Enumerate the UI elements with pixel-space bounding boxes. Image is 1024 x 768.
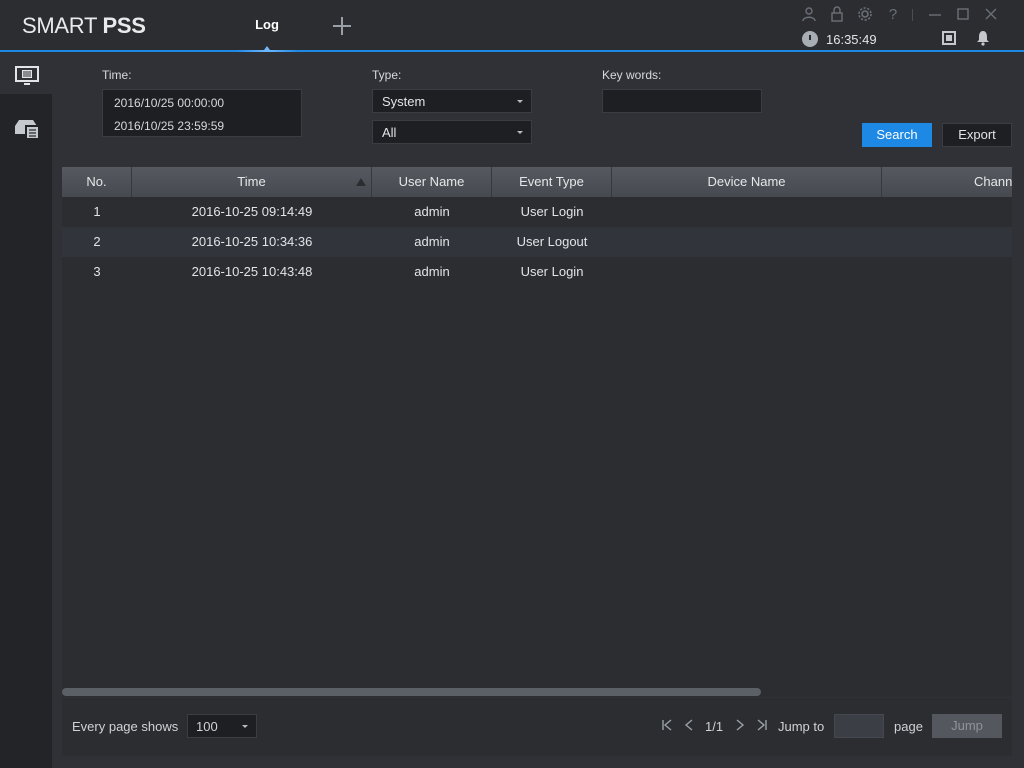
lock-icon[interactable] [828,6,846,24]
cell-time: 2016-10-25 09:14:49 [191,204,313,219]
page-size-select[interactable]: 100 [187,714,257,738]
tab-log-label: Log [255,17,279,32]
keywords-input[interactable] [602,89,762,113]
time-range-field[interactable]: 2016/10/25 00:00:00 2016/10/25 23:59:59 [102,89,302,137]
search-button[interactable]: Search [862,123,932,147]
logo-text-smart: SMART [22,13,97,38]
page-label: page [894,719,923,734]
pagination-bar: Every page shows 100 1/1 Jump to page Ju… [62,698,1012,756]
cell-event-type: User Logout [516,234,588,249]
controls-divider [912,9,913,21]
cell-user-name: admin [414,204,450,219]
tab-log[interactable]: Log [236,0,298,52]
jump-button[interactable]: Jump [932,714,1002,738]
column-header-time[interactable]: Time [132,167,372,197]
cell-no: 1 [93,204,101,219]
table-row[interactable]: 2 2016-10-25 10:34:36 admin User Logout [62,227,1012,257]
cell-no: 3 [93,264,101,279]
last-page-icon[interactable] [755,718,769,734]
app-logo: SMART PSS [22,13,146,39]
jump-page-input[interactable] [834,714,884,738]
every-page-label: Every page shows [72,719,179,734]
next-page-icon[interactable] [733,718,747,734]
time-label: Time: [102,68,132,82]
close-icon[interactable] [982,6,1000,24]
jump-to-label: Jump to [778,719,825,734]
cell-device-name [612,227,882,257]
column-header-label: User Name [398,174,465,189]
nav-log-item[interactable] [0,52,52,94]
logo-text-pss: PSS [102,13,146,38]
chevron-down-icon [517,131,523,134]
device-log-icon [15,120,40,140]
cell-device-name [612,257,882,287]
subtype-select[interactable]: All [372,120,532,144]
column-header-no[interactable]: No. [62,167,132,197]
page-size-value: 100 [196,719,218,734]
subtype-select-value: All [382,125,397,140]
chevron-down-icon [242,725,248,728]
maximize-icon[interactable] [954,6,972,24]
horizontal-scrollbar[interactable] [62,688,1012,696]
title-bar: SMART PSS Log ? 16:35:49 [0,0,1024,52]
table-header: No. Time User Name Event Type Device Nam… [62,167,1012,197]
user-icon[interactable] [800,6,818,24]
scrollbar-thumb[interactable] [62,688,761,696]
column-header-label: Chann [974,174,1012,189]
column-header-device-name[interactable]: Device Name [612,167,882,197]
left-nav [0,52,52,768]
export-button[interactable]: Export [942,123,1012,147]
gear-icon[interactable] [856,6,874,24]
add-tab-button[interactable] [330,14,354,38]
tab-active-indicator [236,50,298,52]
sort-ascending-icon [356,178,366,186]
column-header-channel[interactable]: Chann [882,167,1012,197]
table-row[interactable]: 3 2016-10-25 10:43:48 admin User Login [62,257,1012,287]
bell-icon[interactable] [975,30,991,46]
cell-time: 2016-10-25 10:43:48 [191,264,313,279]
minimize-icon[interactable] [926,6,944,24]
log-window: SMART PSS Log ? 16:35:49 Time: 2016/10/2… [0,0,1024,768]
column-header-label: Event Type [519,174,584,189]
column-header-user-name[interactable]: User Name [372,167,492,197]
time-end[interactable]: 2016/10/25 23:59:59 [114,119,224,133]
clock-time: 16:35:49 [826,32,877,47]
cell-time: 2016-10-25 10:34:36 [191,234,313,249]
cell-device-name [612,197,882,227]
page-info: 1/1 [705,719,724,734]
chevron-down-icon [517,100,523,103]
previous-page-icon[interactable] [682,718,696,734]
column-header-label: Device Name [707,174,786,189]
first-page-icon[interactable] [660,718,674,734]
cell-no: 2 [93,234,101,249]
help-icon[interactable]: ? [884,6,902,24]
cell-user-name: admin [414,264,450,279]
clock-icon [802,31,818,47]
type-select-value: System [382,94,426,109]
cell-event-type: User Login [520,204,584,219]
keywords-label: Key words: [602,68,662,82]
tab-active-caret [264,46,270,50]
column-header-label: Time [237,174,266,189]
log-table: No. Time User Name Event Type Device Nam… [62,167,1012,697]
monitor-log-icon [15,66,39,85]
column-header-label: No. [86,174,107,189]
nav-device-log-item[interactable] [0,108,52,150]
table-row[interactable]: 1 2016-10-25 09:14:49 admin User Login [62,197,1012,227]
type-label: Type: [372,68,402,82]
type-select[interactable]: System [372,89,532,113]
column-header-event-type[interactable]: Event Type [492,167,612,197]
time-start[interactable]: 2016/10/25 00:00:00 [114,96,224,110]
chip-icon[interactable] [942,31,956,45]
cell-user-name: admin [414,234,450,249]
cell-event-type: User Login [520,264,584,279]
